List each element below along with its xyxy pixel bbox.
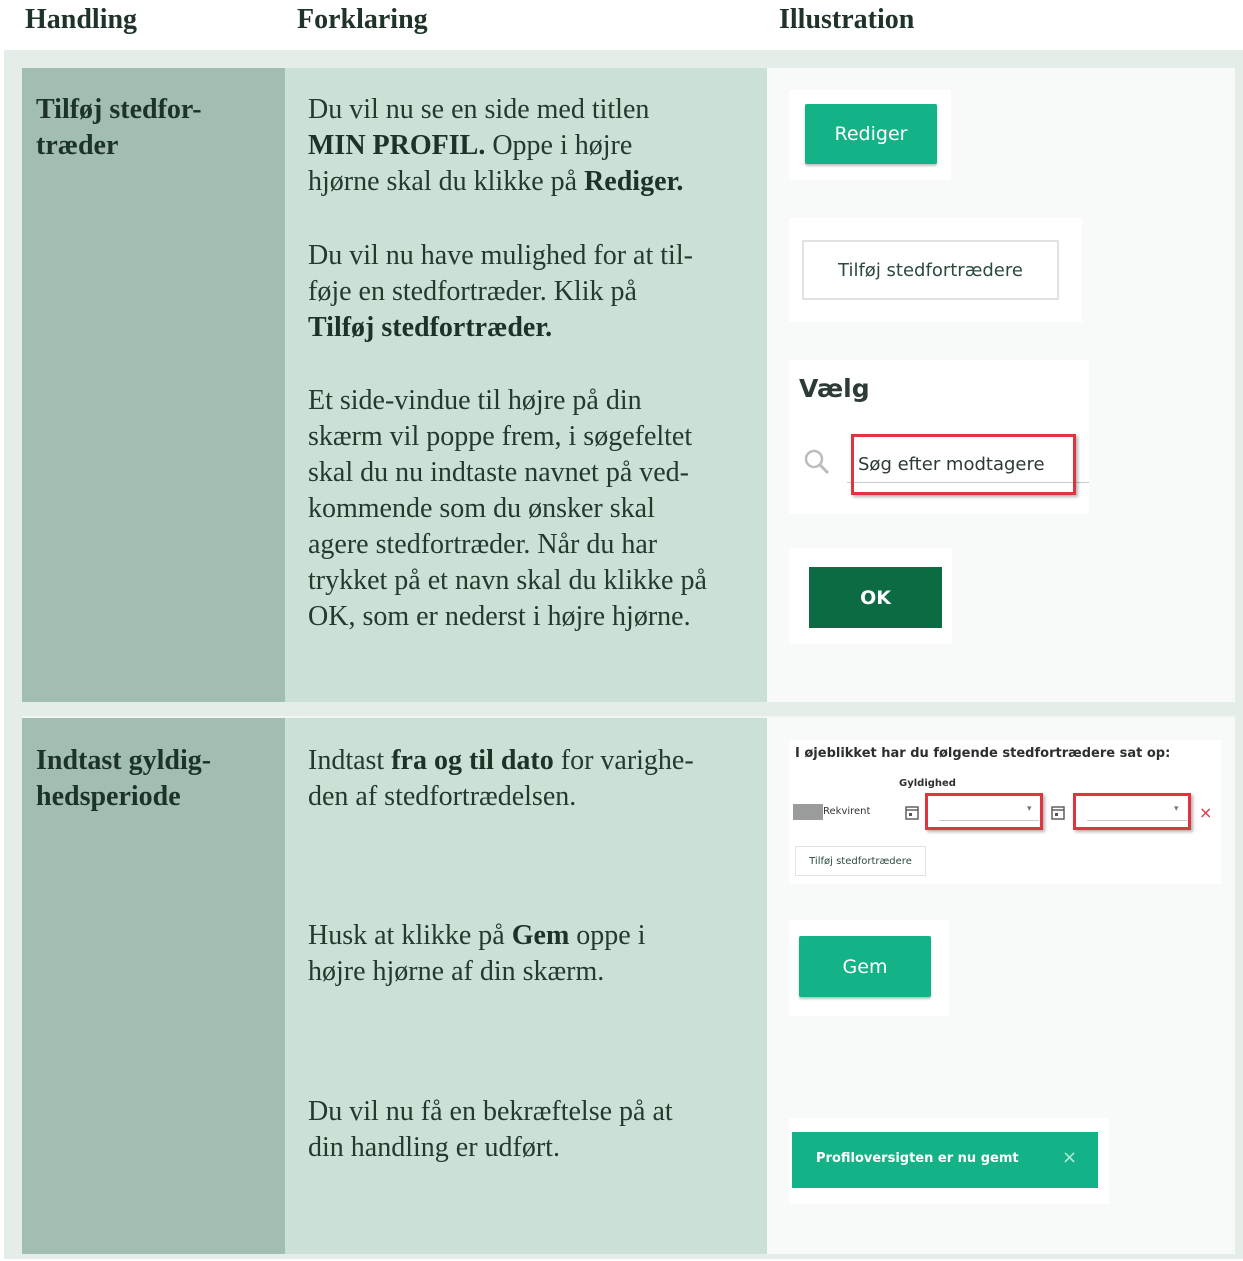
row2-handling-text: Indtast gyldig- hedsperiode (36, 745, 212, 812)
search-icon (803, 448, 831, 476)
from-date-highlight (925, 793, 1043, 830)
validity-label: Gyldighed (899, 778, 956, 789)
illus-toast: Profiloversigten er nu gemt × (789, 1118, 1109, 1204)
header-illustration: Illustration (779, 4, 915, 35)
illus-ok: OK (789, 548, 952, 644)
add-substitute-button[interactable]: Tilføj stedfortrædere (802, 240, 1059, 300)
row2-paragraph-1: Indtast fra og til dato for varighe- den… (308, 745, 694, 812)
substitutes-heading: I øjeblikket har du følgende stedfortræd… (795, 746, 1171, 761)
header-forklaring: Forklaring (297, 4, 428, 35)
avatar (793, 804, 823, 820)
calendar-icon[interactable] (1051, 804, 1065, 820)
row1-paragraph-1: Du vil nu se en side med titlen MIN PROF… (308, 94, 684, 197)
rediger-button[interactable]: Rediger (805, 104, 937, 164)
illus-vaelg: Vælg Søg efter modtagere (789, 360, 1089, 514)
illus-substitutes-form: I øjeblikket har du følgende stedfortræd… (789, 740, 1221, 884)
add-substitute-button[interactable]: Tilføj stedfortrædere (795, 846, 926, 876)
save-button[interactable]: Gem (799, 936, 931, 997)
toast-message: Profiloversigten er nu gemt (816, 1151, 1019, 1166)
confirmation-toast: Profiloversigten er nu gemt × (792, 1132, 1098, 1188)
ok-button[interactable]: OK (809, 567, 942, 628)
row1-handling-text: Tilføj stedfor- træder (36, 94, 202, 161)
vaelg-title: Vælg (799, 374, 870, 403)
to-date-highlight (1073, 793, 1191, 830)
row2-paragraph-2: Husk at klikke på Gem oppe i højre hjørn… (308, 920, 646, 987)
illus-gem: Gem (789, 920, 949, 1016)
row1-paragraph-2: Du vil nu have mulighed for at til- føje… (308, 240, 693, 343)
row2-paragraph-3: Du vil nu få en bekræftelse på at din ha… (308, 1096, 673, 1163)
remove-icon[interactable]: × (1199, 803, 1212, 822)
close-icon[interactable]: × (1062, 1147, 1077, 1168)
search-input[interactable]: Søg efter modtagere (858, 454, 1045, 475)
calendar-icon[interactable] (905, 804, 919, 820)
row1-paragraph-3: Et side-vindue til højre på din skærm vi… (308, 385, 707, 632)
person-name: Rekvirent (823, 806, 871, 817)
illus-tilfoj: Tilføj stedfortrædere (789, 218, 1082, 322)
header-handling: Handling (25, 4, 138, 35)
illus-rediger: Rediger (789, 90, 951, 180)
